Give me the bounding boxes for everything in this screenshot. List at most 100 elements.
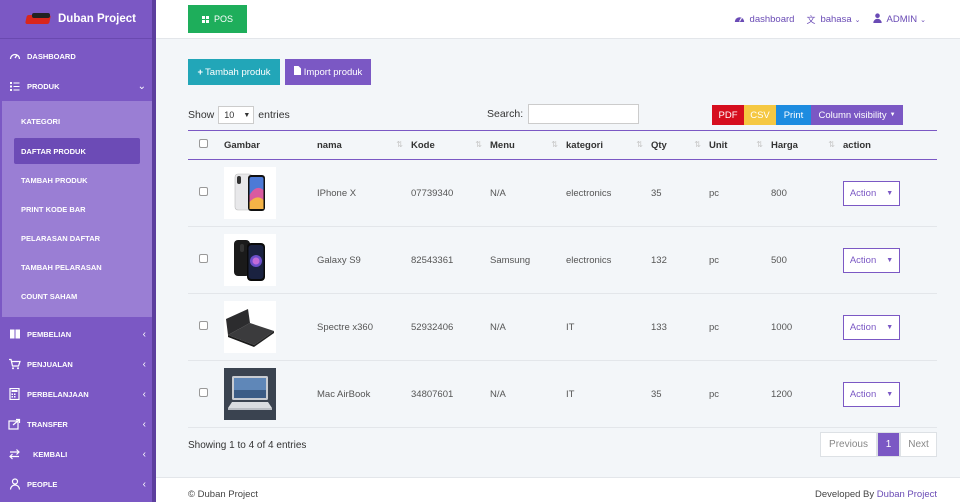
product-image-iphone [224, 167, 276, 219]
entries-length: Show 10 ▼ entries [188, 106, 290, 124]
cart-icon [8, 358, 21, 371]
column-visibility-button[interactable]: Column visibility ▼ [811, 105, 903, 125]
user-icon [872, 13, 882, 26]
share-icon [8, 418, 21, 431]
column-header-gambar[interactable]: Gambar [224, 131, 317, 160]
sort-icon: ⇅ [475, 139, 482, 149]
column-header-nama[interactable]: nama ⇅ [317, 131, 411, 160]
column-header-kategori[interactable]: kategori ⇅ [566, 131, 651, 160]
column-header-harga[interactable]: Harga ⇅ [771, 131, 843, 160]
submenu-tambah-pelarasan[interactable]: TAMBAH PELARASAN [2, 253, 152, 282]
row-checkbox[interactable] [199, 187, 208, 196]
translate-icon: 文 [806, 15, 816, 25]
sidebar-item-label: PEOPLE [27, 479, 58, 489]
developer-link[interactable]: Duban Project [877, 489, 937, 500]
pagination: Previous 1 Next [820, 432, 937, 457]
sort-icon: ⇅ [828, 139, 835, 149]
brand[interactable]: Duban Project [0, 0, 156, 39]
product-menu: N/A [490, 187, 506, 199]
chevron-left-icon: ‹ [142, 328, 146, 340]
list-icon [8, 80, 21, 93]
sidebar-item-perbelanjaan[interactable]: PERBELANJAAN ‹ [0, 379, 156, 409]
show-label: Show [188, 109, 215, 121]
sidebar-item-label: KEMBALI [33, 449, 68, 459]
row-checkbox[interactable] [199, 254, 208, 263]
export-csv-button[interactable]: CSV [744, 105, 776, 125]
caret-down-icon: ▼ [886, 390, 894, 398]
action-dropdown-button[interactable]: Action ▼ [843, 381, 900, 407]
pagination-previous[interactable]: Previous [820, 432, 877, 457]
select-all-cell [188, 131, 224, 160]
product-category: electronics [566, 254, 612, 266]
grid-icon [201, 15, 209, 23]
pagination-next[interactable]: Next [900, 432, 937, 457]
column-header-unit[interactable]: Unit ⇅ [709, 131, 771, 160]
action-dropdown-button[interactable]: Action ▼ [843, 180, 900, 206]
table-footer: Showing 1 to 4 of 4 entries Previous 1 N… [188, 432, 937, 458]
speedometer-icon [8, 50, 21, 63]
pagination-page-1[interactable]: 1 [877, 432, 900, 457]
table-row: Mac AirBook 34807601 N/A IT 35 pc 1200 A… [188, 361, 937, 428]
export-pdf-button[interactable]: PDF [712, 105, 744, 125]
search-label: Search: [487, 108, 524, 120]
sidebar-item-produk[interactable]: PRODUK ⌄ [0, 71, 156, 101]
sidebar-item-transfer[interactable]: TRANSFER ‹ [0, 409, 156, 439]
action-dropdown-button[interactable]: Action ▼ [843, 247, 900, 273]
sidebar-item-penjualan[interactable]: PENJUALAN ‹ [0, 349, 156, 379]
column-header-qty[interactable]: Qty ⇅ [651, 131, 709, 160]
entries-value: 10 [224, 110, 235, 120]
search-input[interactable] [528, 104, 640, 124]
product-menu: N/A [490, 388, 506, 400]
row-checkbox[interactable] [199, 321, 208, 330]
add-product-button[interactable]: + Tambah produk [188, 59, 280, 85]
caret-down-icon: ▼ [889, 112, 896, 118]
submenu-count-saham[interactable]: COUNT SAHAM [2, 282, 152, 311]
action-dropdown-button[interactable]: Action ▼ [843, 314, 900, 340]
sidebar-item-kembali[interactable]: KEMBALI ‹ [0, 439, 156, 469]
import-product-label: Import produk [303, 66, 363, 78]
import-product-button[interactable]: Import produk [285, 59, 371, 85]
product-image-galaxy [224, 234, 276, 286]
product-category: electronics [566, 187, 612, 199]
column-visibility-label: Column visibility [818, 109, 887, 121]
language-dropdown[interactable]: 文 bahasa ⌄ [806, 13, 860, 26]
product-qty: 133 [651, 321, 667, 333]
submenu-print-kode-bar[interactable]: PRINT KODE BAR [2, 195, 152, 224]
product-name: IPhone X [317, 187, 357, 199]
product-category: IT [566, 321, 575, 333]
product-name: Galaxy S9 [317, 254, 361, 266]
submenu-pelarasan-daftar[interactable]: PELARASAN DAFTAR [2, 224, 152, 253]
developer-credit: Developed By Duban Project [815, 489, 937, 500]
product-code: 07739340 [411, 187, 454, 199]
user-dropdown[interactable]: ADMIN ⌄ [872, 13, 926, 26]
entries-select[interactable]: 10 ▼ [218, 106, 255, 124]
pos-button[interactable]: POS [188, 5, 247, 33]
product-code: 82543361 [411, 254, 454, 266]
dashboard-link[interactable]: dashboard [734, 13, 794, 26]
product-category: IT [566, 388, 575, 400]
sidebar-item-label: PEMBELIAN [27, 329, 72, 339]
submenu-kategori[interactable]: KATEGORI [2, 107, 152, 136]
action-buttons: + Tambah produk Import produk [188, 59, 371, 85]
sidebar-item-pembelian[interactable]: PEMBELIAN ‹ [0, 319, 156, 349]
sidebar-item-label: PRODUK [27, 81, 60, 91]
chevron-down-icon: ⌄ [920, 16, 926, 24]
entries-label: entries [258, 109, 290, 121]
produk-submenu: KATEGORI DAFTAR PRODUK TAMBAH PRODUK PRI… [2, 101, 152, 317]
pos-label: POS [213, 14, 233, 24]
sort-icon: ⇅ [756, 139, 763, 149]
exchange-icon [8, 448, 21, 461]
sort-icon: ⇅ [694, 139, 701, 149]
column-header-kode[interactable]: Kode ⇅ [411, 131, 490, 160]
chevron-left-icon: ‹ [142, 478, 146, 490]
column-header-menu[interactable]: Menu ⇅ [490, 131, 566, 160]
sidebar-item-people[interactable]: PEOPLE ‹ [0, 469, 156, 499]
submenu-tambah-produk[interactable]: TAMBAH PRODUK [2, 166, 152, 195]
row-checkbox[interactable] [199, 388, 208, 397]
product-name: Mac AirBook [317, 388, 371, 400]
print-button[interactable]: Print [776, 105, 811, 125]
select-all-checkbox[interactable] [199, 139, 208, 148]
submenu-daftar-produk[interactable]: DAFTAR PRODUK [14, 138, 140, 164]
sidebar-item-dashboard[interactable]: DASHBOARD [0, 41, 156, 71]
speedometer-icon [734, 14, 745, 26]
